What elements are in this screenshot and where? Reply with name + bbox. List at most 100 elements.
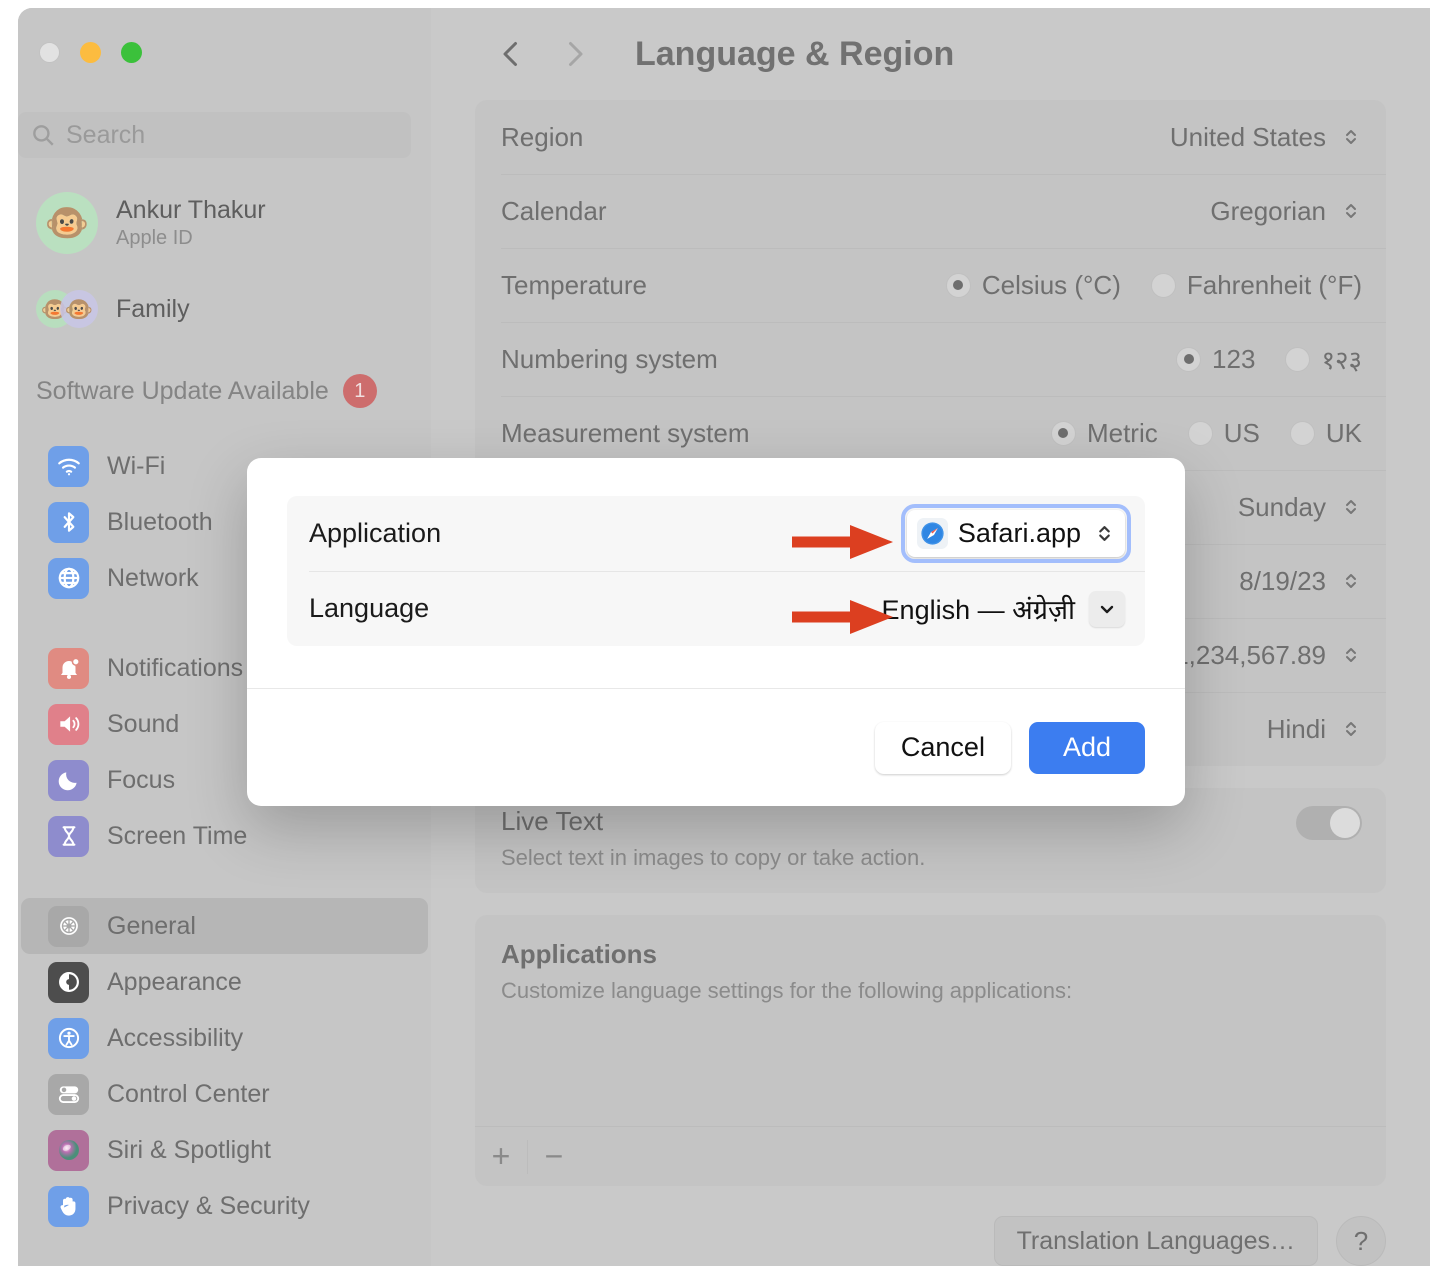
- sidebar-item-label: General: [107, 911, 196, 940]
- radio-label: Metric: [1086, 417, 1158, 448]
- family-avatars: 🐵 🐵: [36, 286, 98, 332]
- row-label: Region: [501, 121, 584, 152]
- sidebar-item-accessibility[interactable]: Accessibility: [21, 1010, 428, 1066]
- language-control: English — अंग्रेज़ी: [882, 590, 1125, 627]
- software-update-available-item[interactable]: Software Update Available 1: [36, 374, 377, 408]
- add-button[interactable]: Add: [1028, 721, 1145, 774]
- account-name: Ankur Thakur: [116, 195, 266, 224]
- apple-id-account-item[interactable]: 🐵 Ankur Thakur Apple ID: [36, 192, 266, 254]
- row-value: Sunday: [1237, 491, 1326, 522]
- bell-icon: [48, 647, 89, 689]
- stepper-icon[interactable]: [1340, 194, 1362, 228]
- sidebar-item-label: Control Center: [107, 1079, 270, 1108]
- minimize-window-button[interactable]: [80, 42, 101, 63]
- status-badge: 1: [342, 374, 377, 408]
- close-window-button[interactable]: [39, 42, 60, 63]
- maximize-window-button[interactable]: [121, 42, 142, 63]
- dialog-application-row: Application Safari.app: [287, 496, 1145, 571]
- remove-application-button[interactable]: −: [528, 1127, 580, 1187]
- stepper-icon[interactable]: [1340, 564, 1362, 598]
- radio-label: Fahrenheit (°F): [1186, 269, 1362, 300]
- annotation-arrow-language: [790, 595, 896, 639]
- wifi-icon: [48, 445, 89, 487]
- contrast-circle-icon: [48, 961, 89, 1003]
- applications-list[interactable]: [475, 1008, 1386, 1126]
- software-update-label: Software Update Available: [36, 376, 329, 405]
- sidebar-item-label: Screen Time: [107, 821, 248, 850]
- sidebar-item-screen-time[interactable]: Screen Time: [21, 808, 428, 864]
- radio-option[interactable]: Fahrenheit (°F): [1150, 269, 1362, 301]
- network-globe-icon: [48, 557, 89, 599]
- live-text-subtitle: Select text in images to copy or take ac…: [501, 845, 926, 870]
- stepper-icon[interactable]: [1340, 712, 1362, 746]
- sidebar-item-label: Privacy & Security: [107, 1191, 310, 1220]
- radio-label: Celsius (°C): [981, 269, 1121, 300]
- gear-icon: [48, 905, 89, 947]
- radio-button[interactable]: [1285, 346, 1311, 372]
- sidebar-item-control-center[interactable]: Control Center: [21, 1066, 428, 1122]
- live-text-toggle[interactable]: [1296, 806, 1362, 840]
- radio-button[interactable]: [1150, 272, 1176, 298]
- applications-subtitle: Customize language settings for the foll…: [501, 978, 1073, 1003]
- help-button[interactable]: ?: [1336, 1216, 1386, 1266]
- accessibility-person-icon: [48, 1017, 89, 1059]
- radio-option[interactable]: Celsius (°C): [945, 269, 1121, 301]
- radio-option[interactable]: Metric: [1050, 417, 1158, 449]
- sidebar-item-general[interactable]: General: [21, 898, 428, 954]
- sidebar-item-label: Siri & Spotlight: [107, 1135, 271, 1164]
- speaker-icon: [48, 703, 89, 745]
- system-settings-window: Search 🐵 Ankur Thakur Apple ID 🐵 🐵 Famil…: [18, 8, 1430, 1266]
- detail-topbar: Language & Region: [431, 8, 1430, 100]
- row-control: 1,234,567.89: [1174, 638, 1362, 672]
- radio-option[interactable]: १२३: [1285, 341, 1362, 377]
- detail-footer-actions: Translation Languages… ?: [475, 1216, 1386, 1266]
- settings-row-region: Region United States: [475, 100, 1386, 174]
- bluetooth-icon: [48, 501, 89, 543]
- radio-button[interactable]: [1050, 420, 1076, 446]
- forward-button[interactable]: [543, 22, 607, 86]
- row-value: Gregorian: [1210, 195, 1326, 226]
- sidebar-item-privacy-security[interactable]: Privacy & Security: [21, 1178, 428, 1234]
- application-value: Safari.app: [957, 518, 1081, 548]
- application-label: Application: [309, 518, 442, 548]
- radio-button[interactable]: [945, 272, 971, 298]
- sidebar-item-siri-spotlight[interactable]: Siri & Spotlight: [21, 1122, 428, 1178]
- row-value: United States: [1169, 121, 1326, 152]
- cancel-button[interactable]: Cancel: [874, 721, 1011, 774]
- family-item[interactable]: 🐵 🐵 Family: [36, 286, 190, 332]
- row-value: Hindi: [1266, 713, 1326, 744]
- row-label: Numbering system: [501, 343, 718, 374]
- back-button[interactable]: [479, 22, 543, 86]
- row-label: Calendar: [501, 195, 607, 226]
- search-icon: [30, 122, 56, 148]
- sidebar-item-label: Focus: [107, 765, 176, 794]
- translation-languages-button[interactable]: Translation Languages…: [993, 1216, 1318, 1266]
- sidebar-item-appearance[interactable]: Appearance: [21, 954, 428, 1010]
- hourglass-icon: [48, 815, 89, 857]
- settings-row-temperature: Temperature Celsius (°C) Fahrenheit (°F): [475, 248, 1386, 322]
- radio-button[interactable]: [1176, 346, 1202, 372]
- search-input[interactable]: Search: [18, 112, 411, 158]
- stepper-icon[interactable]: [1340, 120, 1362, 154]
- control-center-sliders-icon: [48, 1073, 89, 1115]
- radio-option[interactable]: UK: [1289, 418, 1362, 449]
- radio-button[interactable]: [1289, 420, 1315, 446]
- applications-card: Applications Customize language settings…: [475, 915, 1386, 1186]
- application-popup-button[interactable]: Safari.app: [900, 504, 1132, 563]
- applications-title: Applications: [501, 939, 658, 969]
- radio-option[interactable]: 123: [1176, 344, 1255, 375]
- stepper-icon[interactable]: [1340, 638, 1362, 672]
- radio-option[interactable]: US: [1187, 418, 1260, 449]
- radio-label: 123: [1212, 343, 1256, 374]
- row-control: Sunday: [1238, 490, 1362, 524]
- radio-button[interactable]: [1187, 420, 1213, 446]
- application-stepper-icon[interactable]: [1091, 516, 1117, 552]
- language-label: Language: [309, 593, 430, 623]
- stepper-icon[interactable]: [1340, 490, 1362, 524]
- sidebar-item-label: Notifications: [107, 653, 244, 682]
- family-avatar-2: 🐵: [60, 290, 98, 328]
- row-label: Temperature: [501, 269, 647, 300]
- language-chevron-down-button[interactable]: [1089, 590, 1125, 627]
- language-value: English — अंग्रेज़ी: [881, 595, 1075, 625]
- add-application-button[interactable]: +: [475, 1127, 527, 1187]
